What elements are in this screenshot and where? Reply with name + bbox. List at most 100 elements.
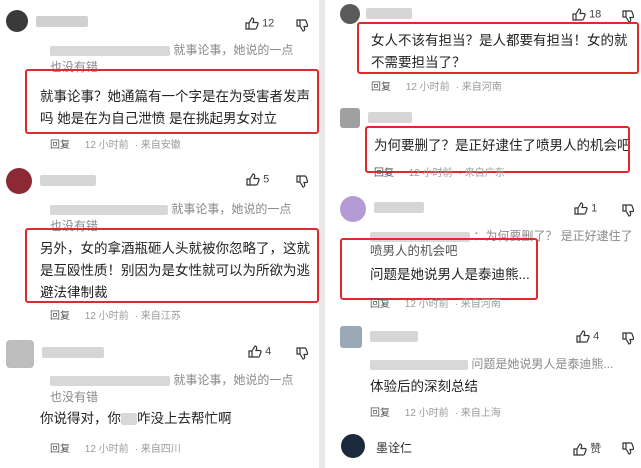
- timestamp: 12 小时前: [404, 408, 449, 419]
- username-blurred[interactable]: [374, 202, 424, 213]
- thumbs-up-icon: [572, 8, 586, 21]
- timestamp: 12 小时前: [84, 140, 129, 151]
- username-blurred[interactable]: [42, 347, 104, 358]
- dislike-button[interactable]: [622, 8, 635, 26]
- panel-divider: [319, 0, 325, 468]
- avatar[interactable]: [6, 10, 28, 32]
- username-blurred[interactable]: [366, 8, 412, 19]
- timestamp: 12 小时前: [84, 444, 129, 455]
- like-count: 18: [589, 8, 602, 21]
- comment-meta: 回复 12 小时前 · 来自江苏: [50, 311, 181, 322]
- location: 来自广东: [464, 168, 505, 179]
- username-blurred[interactable]: [40, 175, 96, 186]
- thumbs-up-icon: [245, 17, 259, 30]
- like-button[interactable]: 18: [572, 8, 601, 21]
- thumbs-down-icon: [296, 175, 309, 188]
- thumbs-down-icon: [622, 10, 635, 23]
- avatar[interactable]: [340, 108, 360, 128]
- dislike-button[interactable]: [622, 330, 635, 348]
- location: 来自江苏: [140, 311, 181, 322]
- timestamp: 12 小时前: [84, 311, 129, 322]
- thumbs-up-icon: [246, 173, 260, 186]
- quote-text: 就事论事，她说的一点: [173, 373, 294, 387]
- comment-meta: 回复 12 小时前 · 来自河南: [370, 299, 501, 310]
- quote-text: 也没有错: [50, 60, 99, 74]
- thumbs-down-icon: [622, 442, 635, 455]
- location: 来自四川: [140, 444, 181, 455]
- avatar[interactable]: [340, 326, 362, 348]
- quote-text: 就事论事，她说的一点: [171, 202, 292, 216]
- comment-meta: 回复 12 小时前 · 来自广东: [374, 168, 505, 179]
- reply-button[interactable]: 回复: [371, 82, 391, 93]
- location: 来自安徽: [140, 140, 181, 151]
- comment-meta: 回复 12 小时前 · 来自上海: [370, 408, 501, 419]
- avatar[interactable]: [340, 196, 366, 222]
- quoted-reply-continued: 喷男人的机会吧: [370, 244, 458, 258]
- reply-button[interactable]: 回复: [50, 140, 70, 151]
- comment-text: 问题是她说男人是泰迪熊...: [370, 267, 530, 282]
- dislike-button[interactable]: [622, 202, 635, 220]
- like-count: 1: [591, 202, 598, 215]
- thumbs-up-icon: [574, 202, 588, 215]
- username-blurred[interactable]: [36, 16, 88, 27]
- reply-button[interactable]: 回复: [370, 408, 390, 419]
- reply-button[interactable]: 回复: [50, 444, 70, 455]
- like-button[interactable]: 12: [245, 17, 274, 30]
- blurred-name: [50, 45, 170, 56]
- blurred-word: [121, 413, 137, 426]
- quoted-reply: 就事论事，她说的一点 也没有错: [50, 201, 320, 235]
- reply-button[interactable]: 回复: [50, 311, 70, 322]
- comment-meta: 回复 12 小时前 · 来自河南: [371, 82, 502, 93]
- comment-text-part: 咋没上去帮忙啊: [137, 411, 232, 426]
- avatar[interactable]: [6, 340, 34, 368]
- reply-button[interactable]: 回复: [370, 299, 390, 310]
- quote-text: ：为何要删了？ 是正好逮住了: [473, 229, 633, 243]
- avatar[interactable]: [341, 434, 365, 458]
- dislike-button[interactable]: [296, 173, 309, 191]
- thumbs-up-icon: [576, 330, 590, 343]
- quote-text: 也没有错: [50, 390, 99, 404]
- comment-text: 你说得对，你 咋没上去帮忙啊: [40, 408, 312, 430]
- thumbs-up-icon: [248, 345, 262, 358]
- thumbs-down-icon: [296, 19, 309, 32]
- username[interactable]: 墨诠仁: [376, 439, 412, 456]
- blurred-name: [50, 375, 170, 386]
- timestamp: 12 小时前: [405, 82, 450, 93]
- comment-text: 体验后的深刻总结: [370, 379, 478, 394]
- like-button[interactable]: 1: [574, 202, 597, 215]
- like-count: 12: [262, 17, 275, 30]
- thumbs-down-icon: [622, 332, 635, 345]
- comment-text: 为何要删了？是正好逮住了喷男人的机会吧: [374, 138, 631, 153]
- like-label: 赞: [590, 443, 602, 455]
- location: 来自河南: [460, 299, 501, 310]
- comment-meta: 回复 12 小时前 · 来自四川: [50, 444, 181, 455]
- comment-meta: 回复 12 小时前 · 来自安徽: [50, 140, 181, 151]
- dislike-button[interactable]: [622, 440, 635, 458]
- like-count: 5: [263, 173, 270, 186]
- username-blurred[interactable]: [370, 331, 418, 342]
- comment-text: 另外，女的拿酒瓶砸人头就被你忽略了，这就是互殴性质！别因为是女性就可以为所欲为逃…: [40, 241, 310, 300]
- like-button[interactable]: 赞: [573, 440, 601, 456]
- quoted-reply: 就事论事，她说的一点 也没有错: [50, 372, 320, 406]
- username-blurred[interactable]: [368, 112, 412, 123]
- comment-text-part: 你说得对，你: [40, 411, 121, 426]
- avatar[interactable]: [340, 4, 360, 24]
- thumbs-up-icon: [573, 442, 587, 456]
- avatar[interactable]: [6, 168, 32, 194]
- dislike-button[interactable]: [296, 345, 309, 363]
- like-count: 4: [265, 345, 272, 358]
- quote-text: 问题是她说男人是泰迪熊...: [471, 357, 614, 371]
- like-button[interactable]: 4: [248, 345, 271, 358]
- thumbs-down-icon: [622, 204, 635, 217]
- like-button[interactable]: 4: [576, 330, 599, 343]
- reply-button[interactable]: 回复: [374, 168, 394, 179]
- like-count: 4: [593, 330, 600, 343]
- like-button[interactable]: 5: [246, 173, 269, 186]
- location: 来自河南: [461, 82, 502, 93]
- dislike-button[interactable]: [296, 17, 309, 35]
- quoted-reply: 问题是她说男人是泰迪熊...: [370, 356, 638, 373]
- quote-text: 也没有错: [50, 219, 99, 233]
- quote-text: 就事论事，她说的一点: [173, 43, 294, 57]
- blurred-name: [50, 204, 168, 215]
- blurred-name: [370, 359, 468, 370]
